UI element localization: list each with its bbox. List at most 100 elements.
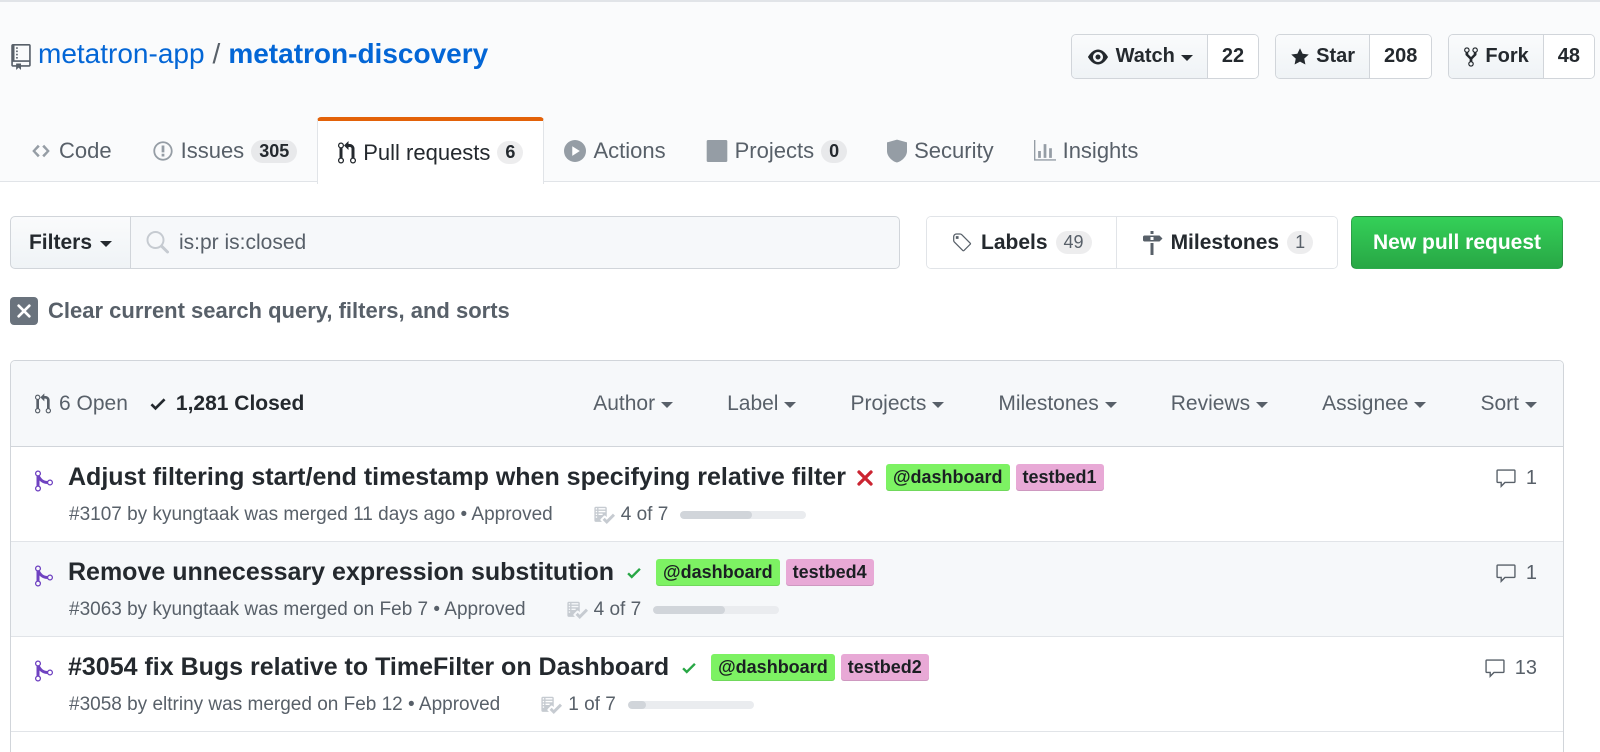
status-failure-icon[interactable] (856, 469, 874, 487)
tab-projects[interactable]: Projects 0 (686, 119, 868, 183)
label-testbed[interactable]: testbed1 (1015, 464, 1104, 491)
git-merge-icon (35, 660, 53, 682)
label-filter-label: Label (727, 392, 779, 415)
pr-title-link[interactable]: Remove unnecessary expression substituti… (68, 558, 614, 587)
chevron-down-icon (1414, 402, 1427, 408)
tab-actions[interactable]: Actions (544, 119, 685, 183)
eye-icon (1087, 49, 1108, 64)
assignee-filter[interactable]: Assignee (1322, 392, 1427, 416)
fork-group: Fork 48 (1448, 34, 1595, 79)
label-testbed[interactable]: testbed2 (840, 654, 929, 681)
repo-nav: Code Issues 305 Pull requests 6 Actions … (10, 116, 1159, 184)
tab-pull-requests[interactable]: Pull requests 6 (317, 117, 545, 184)
repo-owner-link[interactable]: metatron-app (38, 38, 205, 70)
tab-code[interactable]: Code (10, 119, 132, 183)
table-row: Adjust filtering start/end timestamp whe… (11, 447, 1563, 542)
fork-count[interactable]: 48 (1543, 35, 1594, 78)
status-success-icon[interactable] (679, 659, 699, 677)
label-testbed[interactable]: testbed4 (785, 559, 874, 586)
chevron-down-icon (100, 240, 113, 247)
repo-name-link[interactable]: metatron-discovery (228, 38, 488, 70)
milestones-filter[interactable]: Milestones (998, 392, 1117, 416)
comments-link[interactable]: 1 (1494, 562, 1537, 585)
filters-label: Filters (28, 230, 93, 254)
close-icon (10, 297, 38, 325)
star-button[interactable]: Star (1276, 35, 1371, 78)
tab-actions-label: Actions (593, 138, 666, 163)
task-progress-fill (680, 511, 753, 519)
pr-title-line: #3054 fix Bugs relative to TimeFilter on… (68, 653, 929, 682)
checklist-icon (567, 601, 588, 619)
filters-dropdown[interactable]: Filters (10, 216, 131, 269)
search-input[interactable] (179, 230, 859, 255)
git-merge-icon (35, 565, 53, 587)
clear-query-link[interactable]: Clear current search query, filters, and… (10, 297, 510, 325)
projects-counter: 0 (821, 139, 848, 163)
pull-request-list: 6 Open 1,281 Closed Author Label Project… (10, 360, 1564, 752)
pr-meta: #3063 by kyungtaak was merged on Feb 7 •… (69, 599, 780, 621)
git-pull-request-icon (35, 393, 51, 414)
repo-icon (11, 44, 31, 70)
shield-icon (887, 139, 908, 163)
new-pull-request-button[interactable]: New pull request (1351, 216, 1563, 269)
reviews-filter[interactable]: Reviews (1171, 392, 1269, 416)
label-dashboard[interactable]: @dashboard (656, 559, 780, 586)
task-progress-bar (680, 511, 807, 519)
label-filter[interactable]: Label (727, 392, 797, 416)
watch-label: Watch (1115, 45, 1175, 67)
pr-title-line: Adjust filtering start/end timestamp whe… (68, 463, 1104, 492)
watch-count[interactable]: 22 (1207, 35, 1259, 78)
task-count: 4 of 7 (620, 504, 669, 525)
state-toggles: 6 Open 1,281 Closed (35, 361, 304, 447)
chevron-down-icon (661, 402, 674, 408)
issue-opened-icon (152, 141, 173, 161)
milestones-link[interactable]: Milestones 1 (1115, 217, 1338, 268)
fork-label: Fork (1485, 45, 1529, 67)
graph-icon (1033, 140, 1056, 161)
pr-title-link[interactable]: #3054 fix Bugs relative to TimeFilter on… (68, 653, 669, 682)
chevron-down-icon (1104, 402, 1117, 408)
project-icon (706, 140, 727, 162)
table-filters: Author Label Projects Milestones Reviews… (593, 361, 1537, 447)
chevron-down-icon (1525, 402, 1537, 408)
fork-button[interactable]: Fork (1449, 35, 1544, 78)
task-count: 4 of 7 (593, 599, 642, 620)
chevron-down-icon (1180, 54, 1193, 61)
pr-meta-text: #3107 by kyungtaak was merged 11 days ag… (69, 504, 553, 525)
pr-meta-text: #3058 by eltriny was merged on Feb 12 • … (69, 694, 501, 715)
comments-link[interactable]: 13 (1483, 657, 1537, 680)
repo-actions: Watch 22 Star 208 Fork 48 (1070, 34, 1595, 79)
pr-title-link[interactable]: Adjust filtering start/end timestamp whe… (68, 463, 846, 492)
issues-counter: 305 (251, 139, 298, 163)
assignee-filter-label: Assignee (1322, 392, 1409, 415)
tab-security[interactable]: Security (867, 119, 1013, 183)
star-label: Star (1316, 45, 1356, 67)
tab-insights-label: Insights (1062, 138, 1139, 163)
repo-title: metatron-app / metatron-discovery (10, 38, 488, 70)
labels-link[interactable]: Labels 49 (927, 217, 1116, 268)
tab-issues[interactable]: Issues 305 (132, 119, 318, 183)
comments-link[interactable]: 1 (1494, 467, 1537, 490)
play-icon (564, 140, 587, 162)
pr-meta: #3107 by kyungtaak was merged 11 days ag… (69, 504, 807, 526)
pr-meta: #3058 by eltriny was merged on Feb 12 • … (69, 694, 754, 716)
milestones-label: Milestones (1170, 230, 1280, 254)
task-progress: 4 of 7 (566, 599, 780, 621)
checklist-icon (594, 506, 615, 524)
watch-button[interactable]: Watch (1071, 35, 1208, 78)
status-success-icon[interactable] (624, 564, 644, 582)
sort-filter[interactable]: Sort (1480, 392, 1537, 416)
watch-group: Watch 22 (1070, 34, 1260, 79)
tab-insights[interactable]: Insights (1014, 119, 1159, 183)
label-dashboard[interactable]: @dashboard (711, 654, 835, 681)
star-count[interactable]: 208 (1370, 35, 1432, 78)
comment-icon (1496, 468, 1516, 488)
closed-state-link[interactable]: 1,281 Closed (148, 392, 304, 416)
author-filter[interactable]: Author (593, 392, 674, 416)
open-state-link[interactable]: 6 Open (35, 392, 128, 416)
task-progress: 1 of 7 (540, 694, 754, 716)
projects-filter[interactable]: Projects (850, 392, 945, 416)
closed-state-label: 1,281 Closed (175, 392, 305, 415)
table-row: Remove unnecessary expression substituti… (11, 542, 1563, 637)
label-dashboard[interactable]: @dashboard (885, 464, 1010, 491)
